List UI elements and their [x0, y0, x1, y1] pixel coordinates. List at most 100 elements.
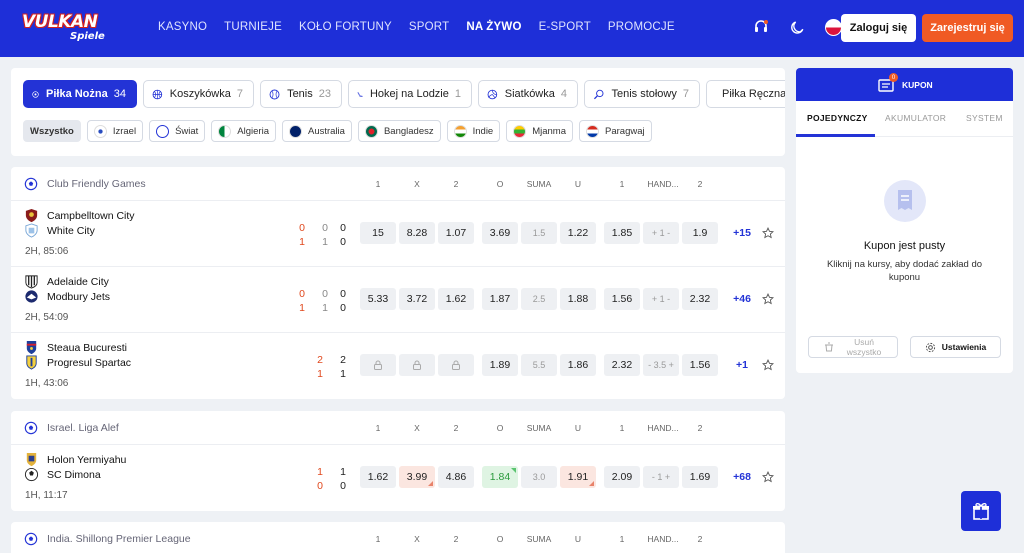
tab-koszykowka[interactable]: Koszykówka 7: [143, 80, 254, 108]
odd-handicap-2[interactable]: 1.56: [682, 354, 718, 376]
odd-handicap-2[interactable]: 2.32: [682, 288, 718, 310]
empty-coupon-hint: Kliknij na kursy, aby dodać zakład do ku…: [826, 259, 983, 283]
chip-izrael[interactable]: Izrael: [86, 120, 144, 142]
nav-promocje[interactable]: PROMOCJE: [608, 21, 675, 33]
league-title: Israel. Liga Alef: [47, 422, 119, 434]
more-markets-link[interactable]: +68: [730, 471, 754, 483]
tab-pojedynczy[interactable]: POJEDYNCZY: [807, 113, 868, 123]
nav-e-sport[interactable]: E-SPORT: [539, 21, 591, 33]
odd-x[interactable]: 3.72: [399, 288, 435, 310]
team-crest-icon: [26, 340, 37, 355]
soccer-ball-icon: [32, 90, 39, 98]
odd-handicap-1[interactable]: 1.85: [604, 222, 640, 244]
team-crest-icon: [25, 275, 38, 289]
odd-over[interactable]: 1.84: [482, 466, 518, 488]
away-team: Modbury Jets: [47, 290, 111, 303]
tab-hokej-na-lodzie[interactable]: Hokej na Lodzie 1: [348, 80, 472, 108]
odd-under[interactable]: 1.86: [560, 354, 596, 376]
tab-tenis-stolowy[interactable]: Tenis stołowy 7: [584, 80, 700, 108]
nav-na-zywo[interactable]: NA ŻYWO: [466, 21, 521, 33]
match-time: 2H, 85:06: [25, 246, 69, 257]
tab-system[interactable]: SYSTEM: [966, 113, 1003, 123]
vulkan-logo[interactable]: VULKAN Spiele: [22, 12, 118, 44]
hockey-stick-icon: [357, 91, 363, 97]
tab-siatkowka[interactable]: Siatkówka 4: [478, 80, 578, 108]
odd-2[interactable]: 4.86: [438, 466, 474, 488]
favorite-star-icon[interactable]: [762, 227, 774, 239]
nav-sport[interactable]: SPORT: [409, 21, 449, 33]
favorite-star-icon[interactable]: [762, 471, 774, 483]
odd-handicap-1[interactable]: 2.32: [604, 354, 640, 376]
active-tab-indicator: [796, 134, 875, 137]
odd-handicap-line: - 1 +: [643, 466, 679, 488]
team-crest-icon: [25, 290, 38, 303]
odd-under[interactable]: 1.88: [560, 288, 596, 310]
favorite-star-icon[interactable]: [762, 359, 774, 371]
gift-bonus-button[interactable]: [961, 491, 1001, 531]
lock-icon: [413, 360, 421, 370]
volleyball-icon: [487, 89, 498, 99]
bet-slip-header: 0 KUPON: [796, 68, 1013, 101]
soccer-ball-icon: [24, 177, 38, 191]
odd-1[interactable]: 15: [360, 222, 396, 244]
odd-under[interactable]: 1.22: [560, 222, 596, 244]
odd-handicap-2[interactable]: 1.69: [682, 466, 718, 488]
match-row[interactable]: Adelaide City Modbury Jets 2H, 54:09 0 1…: [11, 267, 785, 333]
odd-1[interactable]: 5.33: [360, 288, 396, 310]
match-time: 1H, 11:17: [25, 490, 68, 501]
empty-coupon-icon: [884, 180, 926, 222]
league-header: Club Friendly Games 1 X 2 O SUMA U 1 HAN…: [11, 167, 785, 201]
odd-2-locked: [438, 354, 474, 376]
more-markets-link[interactable]: +15: [730, 227, 754, 239]
chip-swiat[interactable]: Świat: [149, 120, 206, 142]
odd-handicap-2[interactable]: 1.9: [682, 222, 718, 244]
nav-kolo-fortuny[interactable]: KOŁO FORTUNY: [299, 21, 392, 33]
odd-1[interactable]: 1.62: [360, 466, 396, 488]
away-team: SC Dimona: [47, 468, 101, 481]
language-flag-pl-icon[interactable]: [824, 18, 842, 36]
more-markets-link[interactable]: +1: [730, 359, 754, 371]
chip-mjanma[interactable]: Mjanma: [506, 120, 574, 142]
odd-over[interactable]: 1.89: [482, 354, 518, 376]
tab-akumulator[interactable]: AKUMULATOR: [885, 113, 946, 123]
odd-2[interactable]: 1.07: [438, 222, 474, 244]
league-title: Club Friendly Games: [47, 178, 146, 190]
bangladesh-flag-icon: [364, 124, 378, 138]
tab-tenis[interactable]: Tenis 23: [260, 80, 342, 108]
favorite-star-icon[interactable]: [762, 293, 774, 305]
odd-x[interactable]: 3.99: [399, 466, 435, 488]
more-markets-link[interactable]: +46: [730, 293, 754, 305]
empty-coupon-title: Kupon jest pusty: [863, 240, 946, 252]
tab-pilka-reczna[interactable]: Piłka Ręczna: [706, 80, 785, 108]
lock-icon: [452, 360, 460, 370]
nav-turnieje[interactable]: TURNIEJE: [224, 21, 282, 33]
chip-wszystko[interactable]: Wszystko: [23, 120, 81, 142]
chip-indie[interactable]: Indie: [446, 120, 501, 142]
world-icon: [156, 124, 170, 138]
odd-handicap-1[interactable]: 1.56: [604, 288, 640, 310]
odd-over[interactable]: 3.69: [482, 222, 518, 244]
settings-button[interactable]: Ustawienia: [910, 336, 1001, 358]
tab-pilka-nozna[interactable]: Piłka Nożna 34: [23, 80, 137, 108]
odd-2[interactable]: 1.62: [438, 288, 474, 310]
match-row[interactable]: Holon Yermiyahu SC Dimona 1H, 11:17 1 0 …: [11, 445, 785, 511]
register-button[interactable]: Zarejestruj się: [922, 14, 1013, 42]
chip-australia[interactable]: Australia: [281, 120, 352, 142]
gear-icon: [925, 342, 935, 352]
odd-under[interactable]: 1.91: [560, 466, 596, 488]
nav-kasyno[interactable]: KASYNO: [158, 21, 207, 33]
support-headset-icon[interactable]: [752, 18, 770, 36]
gift-icon: [973, 502, 989, 520]
dark-mode-moon-icon[interactable]: [788, 18, 806, 36]
odd-x[interactable]: 8.28: [399, 222, 435, 244]
match-row[interactable]: Steaua Bucuresti Progresul Spartac 1H, 4…: [11, 333, 785, 399]
odd-handicap-1[interactable]: 2.09: [604, 466, 640, 488]
login-button[interactable]: Zaloguj się: [841, 14, 916, 42]
odd-over[interactable]: 1.87: [482, 288, 518, 310]
chip-paragwaj[interactable]: Paragwaj: [579, 120, 652, 142]
chip-algieria[interactable]: Algieria: [211, 120, 276, 142]
odd-total-line: 5.5: [521, 354, 557, 376]
tennis-ball-icon: [269, 89, 280, 99]
match-row[interactable]: Campbelltown City White City 2H, 85:06 0…: [11, 201, 785, 267]
chip-bangladesz[interactable]: Bangladesz: [357, 120, 441, 142]
